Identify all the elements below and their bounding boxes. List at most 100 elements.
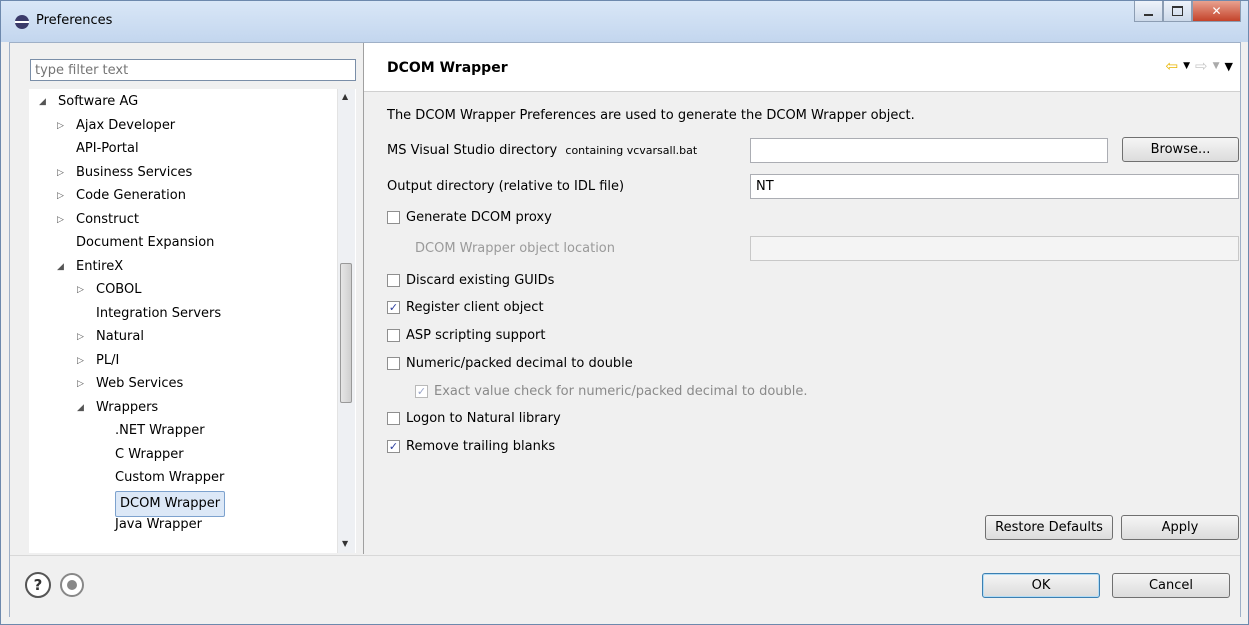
- collapsed-twisty-icon[interactable]: ▷: [77, 326, 84, 348]
- tree-item-label: Integration Servers: [96, 305, 222, 321]
- remove-blanks-checkbox[interactable]: ✓ Remove trailing blanks: [387, 437, 555, 455]
- preference-tree: ◢ Software AG ▷ Ajax Developer API-Portal ▷ Bu…: [29, 89, 356, 553]
- tree-item[interactable]: ▷ Natural: [29, 326, 356, 348]
- title-bar[interactable]: Preferences ✕: [1, 1, 1248, 42]
- tree-item[interactable]: ▷ Code Generation: [29, 185, 356, 207]
- logon-checkbox[interactable]: Logon to Natural library: [387, 409, 561, 427]
- output-dir-label: Output directory (relative to IDL file): [387, 179, 625, 194]
- maximize-button[interactable]: [1163, 1, 1192, 22]
- browse-button[interactable]: Browse...: [1122, 137, 1239, 162]
- window-title: Preferences: [36, 13, 113, 28]
- tree-item-label: Construct: [76, 211, 139, 227]
- help-icon[interactable]: ?: [25, 572, 51, 598]
- collapsed-twisty-icon[interactable]: ▷: [57, 185, 64, 207]
- page-description: The DCOM Wrapper Preferences are used to…: [387, 108, 915, 123]
- collapsed-twisty-icon[interactable]: ▷: [77, 279, 84, 301]
- tree-item-label: Web Services: [96, 376, 184, 391]
- back-arrow-icon[interactable]: ⇦: [1166, 57, 1179, 75]
- checkbox-box[interactable]: ✓: [387, 300, 400, 314]
- tree-item[interactable]: Java Wrapper: [29, 514, 356, 536]
- expanded-twisty-icon[interactable]: ◢: [77, 397, 84, 419]
- collapsed-twisty-icon[interactable]: ▷: [77, 350, 84, 372]
- record-icon[interactable]: [60, 573, 84, 597]
- tree-item[interactable]: ▷ PL/I: [29, 350, 356, 372]
- logon-label: Logon to Natural library: [406, 410, 561, 426]
- tree-scrollbar[interactable]: ▲ ▼: [337, 89, 355, 553]
- asp-label: ASP scripting support: [406, 327, 546, 343]
- tree-item[interactable]: C Wrapper: [29, 444, 356, 466]
- tree-item[interactable]: ◢ Software AG: [29, 91, 356, 113]
- tree-item-label: Ajax Developer: [76, 117, 176, 133]
- cancel-button[interactable]: Cancel: [1112, 573, 1230, 598]
- scroll-up-icon[interactable]: ▲: [342, 92, 348, 101]
- view-menu-icon[interactable]: ▼: [1225, 60, 1233, 73]
- object-location-field: [750, 236, 1239, 261]
- tree-item-label: PL/I: [96, 352, 120, 368]
- tree-item[interactable]: ◢ Wrappers: [29, 397, 356, 419]
- tree-item[interactable]: DCOM Wrapper: [29, 490, 356, 517]
- checkbox-box[interactable]: [387, 210, 400, 224]
- output-dir-field[interactable]: [750, 174, 1239, 199]
- generate-proxy-label: Generate DCOM proxy: [406, 209, 552, 225]
- exact-check-label: Exact value check for numeric/packed dec…: [434, 383, 808, 399]
- tree-item-label: Custom Wrapper: [115, 470, 225, 485]
- register-client-label: Register client object: [406, 299, 544, 315]
- collapsed-twisty-icon[interactable]: ▷: [57, 209, 64, 231]
- tree-item[interactable]: ◢ EntireX: [29, 256, 356, 278]
- tree-item[interactable]: Integration Servers: [29, 303, 356, 325]
- numeric-checkbox[interactable]: Numeric/packed decimal to double: [387, 354, 633, 372]
- vs-dir-label-text: MS Visual Studio directory: [387, 143, 558, 158]
- page-header: DCOM Wrapper ⇦ ▼ ⇨ ▼ ▼: [364, 43, 1240, 92]
- ok-button[interactable]: OK: [982, 573, 1100, 598]
- tree-item[interactable]: ▷ Business Services: [29, 162, 356, 184]
- tree-item[interactable]: ▷ Construct: [29, 209, 356, 231]
- collapsed-twisty-icon[interactable]: ▷: [57, 162, 64, 184]
- checkbox-box[interactable]: [387, 273, 400, 287]
- checkbox-box[interactable]: ✓: [387, 439, 400, 453]
- minimize-button[interactable]: [1134, 1, 1163, 22]
- close-button[interactable]: ✕: [1192, 1, 1241, 22]
- collapsed-twisty-icon[interactable]: ▷: [77, 373, 84, 395]
- window-controls: ✕: [1134, 1, 1241, 22]
- checkbox-box[interactable]: [387, 328, 400, 342]
- tree-item-label: COBOL: [96, 282, 142, 297]
- expanded-twisty-icon[interactable]: ◢: [57, 256, 64, 278]
- object-location-label: DCOM Wrapper object location: [415, 241, 616, 256]
- vs-dir-label: MS Visual Studio directory containing vc…: [387, 143, 697, 158]
- checkbox-box: ✓: [415, 384, 428, 398]
- dialog-client: ◢ Software AG ▷ Ajax Developer API-Portal ▷ Bu…: [9, 42, 1241, 618]
- scroll-down-icon[interactable]: ▼: [342, 539, 348, 548]
- tree-item-label: Software AG: [58, 94, 139, 109]
- vs-dir-hint: containing vcvarsall.bat: [565, 144, 698, 157]
- collapsed-twisty-icon[interactable]: ▷: [57, 115, 64, 137]
- history-nav: ⇦ ▼ ⇨ ▼ ▼: [1166, 57, 1233, 75]
- tree-item[interactable]: ▷ Web Services: [29, 373, 356, 395]
- tree-item-label: Java Wrapper: [115, 517, 203, 532]
- checkbox-box[interactable]: [387, 356, 400, 370]
- register-client-checkbox[interactable]: ✓ Register client object: [387, 298, 544, 316]
- tree-item[interactable]: Custom Wrapper: [29, 467, 356, 489]
- forward-arrow-icon[interactable]: ⇨: [1195, 57, 1208, 75]
- vs-dir-field[interactable]: [750, 138, 1108, 163]
- page-title: DCOM Wrapper: [387, 60, 508, 76]
- tree-item[interactable]: API-Portal: [29, 138, 356, 160]
- discard-guids-checkbox[interactable]: Discard existing GUIDs: [387, 271, 554, 289]
- preference-page: DCOM Wrapper ⇦ ▼ ⇨ ▼ ▼ The DCOM Wrapper …: [364, 43, 1240, 554]
- filter-input[interactable]: [30, 59, 356, 81]
- checkbox-box[interactable]: [387, 411, 400, 425]
- tree-item-label: C Wrapper: [115, 446, 184, 462]
- asp-checkbox[interactable]: ASP scripting support: [387, 326, 546, 344]
- restore-defaults-button[interactable]: Restore Defaults: [985, 515, 1113, 540]
- tree-item[interactable]: ▷ COBOL: [29, 279, 356, 301]
- tree-item-label: .NET Wrapper: [115, 423, 205, 438]
- tree-item[interactable]: ▷ Ajax Developer: [29, 115, 356, 137]
- eclipse-icon: [15, 15, 29, 29]
- expanded-twisty-icon[interactable]: ◢: [39, 91, 46, 113]
- forward-menu-icon[interactable]: ▼: [1213, 61, 1220, 71]
- back-menu-icon[interactable]: ▼: [1183, 61, 1190, 71]
- tree-item[interactable]: Document Expansion: [29, 232, 356, 254]
- scrollbar-thumb[interactable]: [340, 263, 352, 403]
- generate-proxy-checkbox[interactable]: Generate DCOM proxy: [387, 208, 552, 226]
- apply-button[interactable]: Apply: [1121, 515, 1239, 540]
- tree-item[interactable]: .NET Wrapper: [29, 420, 356, 442]
